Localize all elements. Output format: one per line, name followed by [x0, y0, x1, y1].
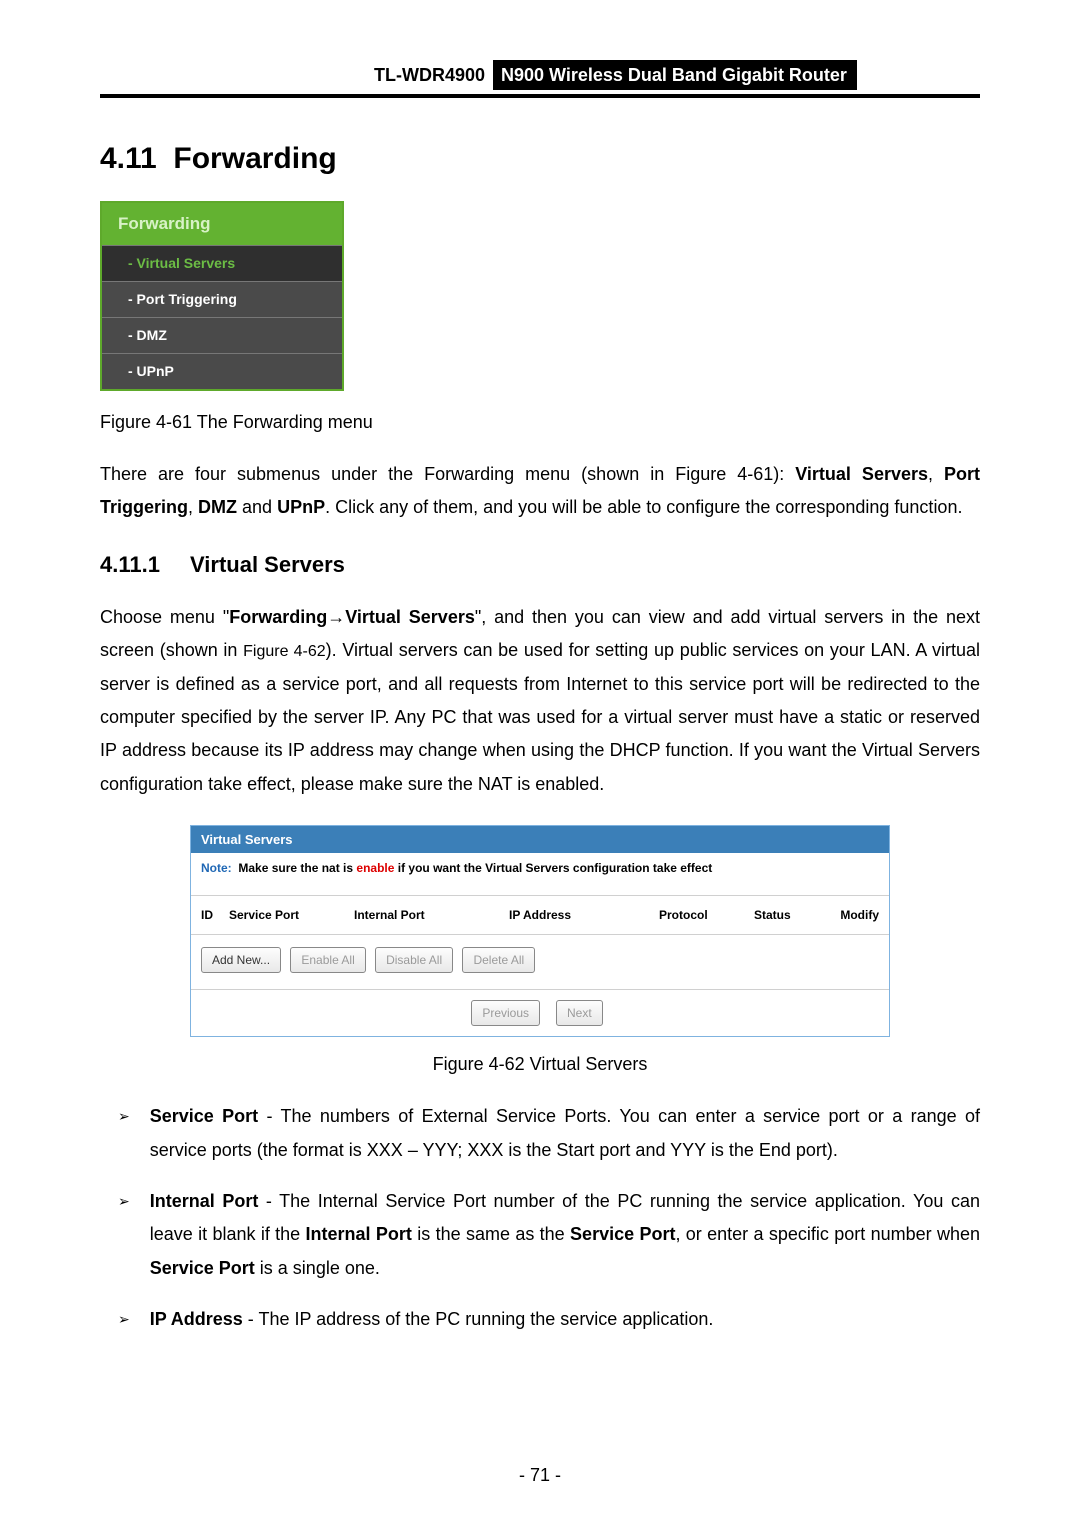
subsection-title: 4.11.1Virtual Servers [100, 548, 980, 581]
col-modify: Modify [824, 906, 879, 924]
intro-paragraph: There are four submenus under the Forwar… [100, 458, 980, 525]
figure-4-61-caption: Figure 4-61 The Forwarding menu [100, 409, 980, 436]
product-name: N900 Wireless Dual Band Gigabit Router [493, 60, 857, 90]
subsection-name: Virtual Servers [190, 552, 345, 577]
panel-note: Note: Make sure the nat is enable if you… [191, 853, 889, 896]
subsection-number: 4.11.1 [100, 548, 190, 581]
panel-actions: Add New... Enable All Disable All Delete… [191, 935, 889, 989]
def-ip-address: ➢ IP Address - The IP address of the PC … [118, 1303, 980, 1336]
delete-all-button[interactable]: Delete All [462, 947, 535, 973]
forwarding-menu: Forwarding - Virtual Servers - Port Trig… [100, 201, 344, 391]
section-number: 4.11 [100, 142, 157, 175]
section-title: 4.11 Forwarding [100, 136, 980, 181]
def-service-port: ➢ Service Port - The numbers of External… [118, 1100, 980, 1167]
page-number: - 71 - [0, 1462, 1080, 1489]
menu-header: Forwarding [102, 203, 342, 245]
menu-item-port-triggering[interactable]: - Port Triggering [102, 281, 342, 317]
col-ip-address: IP Address [509, 906, 659, 924]
disable-all-button[interactable]: Disable All [375, 947, 453, 973]
panel-title: Virtual Servers [191, 826, 889, 854]
col-status: Status [754, 906, 824, 924]
header-divider [100, 94, 980, 98]
menu-item-upnp[interactable]: - UPnP [102, 353, 342, 389]
section-name: Forwarding [173, 142, 336, 175]
enable-all-button[interactable]: Enable All [290, 947, 365, 973]
table-header: ID Service Port Internal Port IP Address… [191, 896, 889, 935]
panel-pager: Previous Next [191, 989, 889, 1036]
next-button[interactable]: Next [556, 1000, 603, 1026]
def-internal-port: ➢ Internal Port - The Internal Service P… [118, 1185, 980, 1285]
col-service-port: Service Port [229, 906, 354, 924]
figure-4-62-caption: Figure 4-62 Virtual Servers [100, 1051, 980, 1078]
previous-button[interactable]: Previous [471, 1000, 540, 1026]
bullet-icon: ➢ [118, 1303, 130, 1336]
note-label: Note: [201, 861, 232, 875]
virtual-servers-panel: Virtual Servers Note: Make sure the nat … [190, 825, 890, 1038]
virtual-servers-paragraph: Choose menu "Forwarding→Virtual Servers"… [100, 601, 980, 801]
definitions-list: ➢ Service Port - The numbers of External… [118, 1100, 980, 1336]
bullet-icon: ➢ [118, 1185, 130, 1285]
menu-item-dmz[interactable]: - DMZ [102, 317, 342, 353]
document-header: TL-WDR4900 N900 Wireless Dual Band Gigab… [370, 60, 980, 90]
menu-item-virtual-servers[interactable]: - Virtual Servers [102, 245, 342, 281]
model-code: TL-WDR4900 [370, 60, 489, 90]
bullet-icon: ➢ [118, 1100, 130, 1167]
col-id: ID [201, 906, 229, 924]
col-protocol: Protocol [659, 906, 754, 924]
col-internal-port: Internal Port [354, 906, 509, 924]
add-new-button[interactable]: Add New... [201, 947, 281, 973]
